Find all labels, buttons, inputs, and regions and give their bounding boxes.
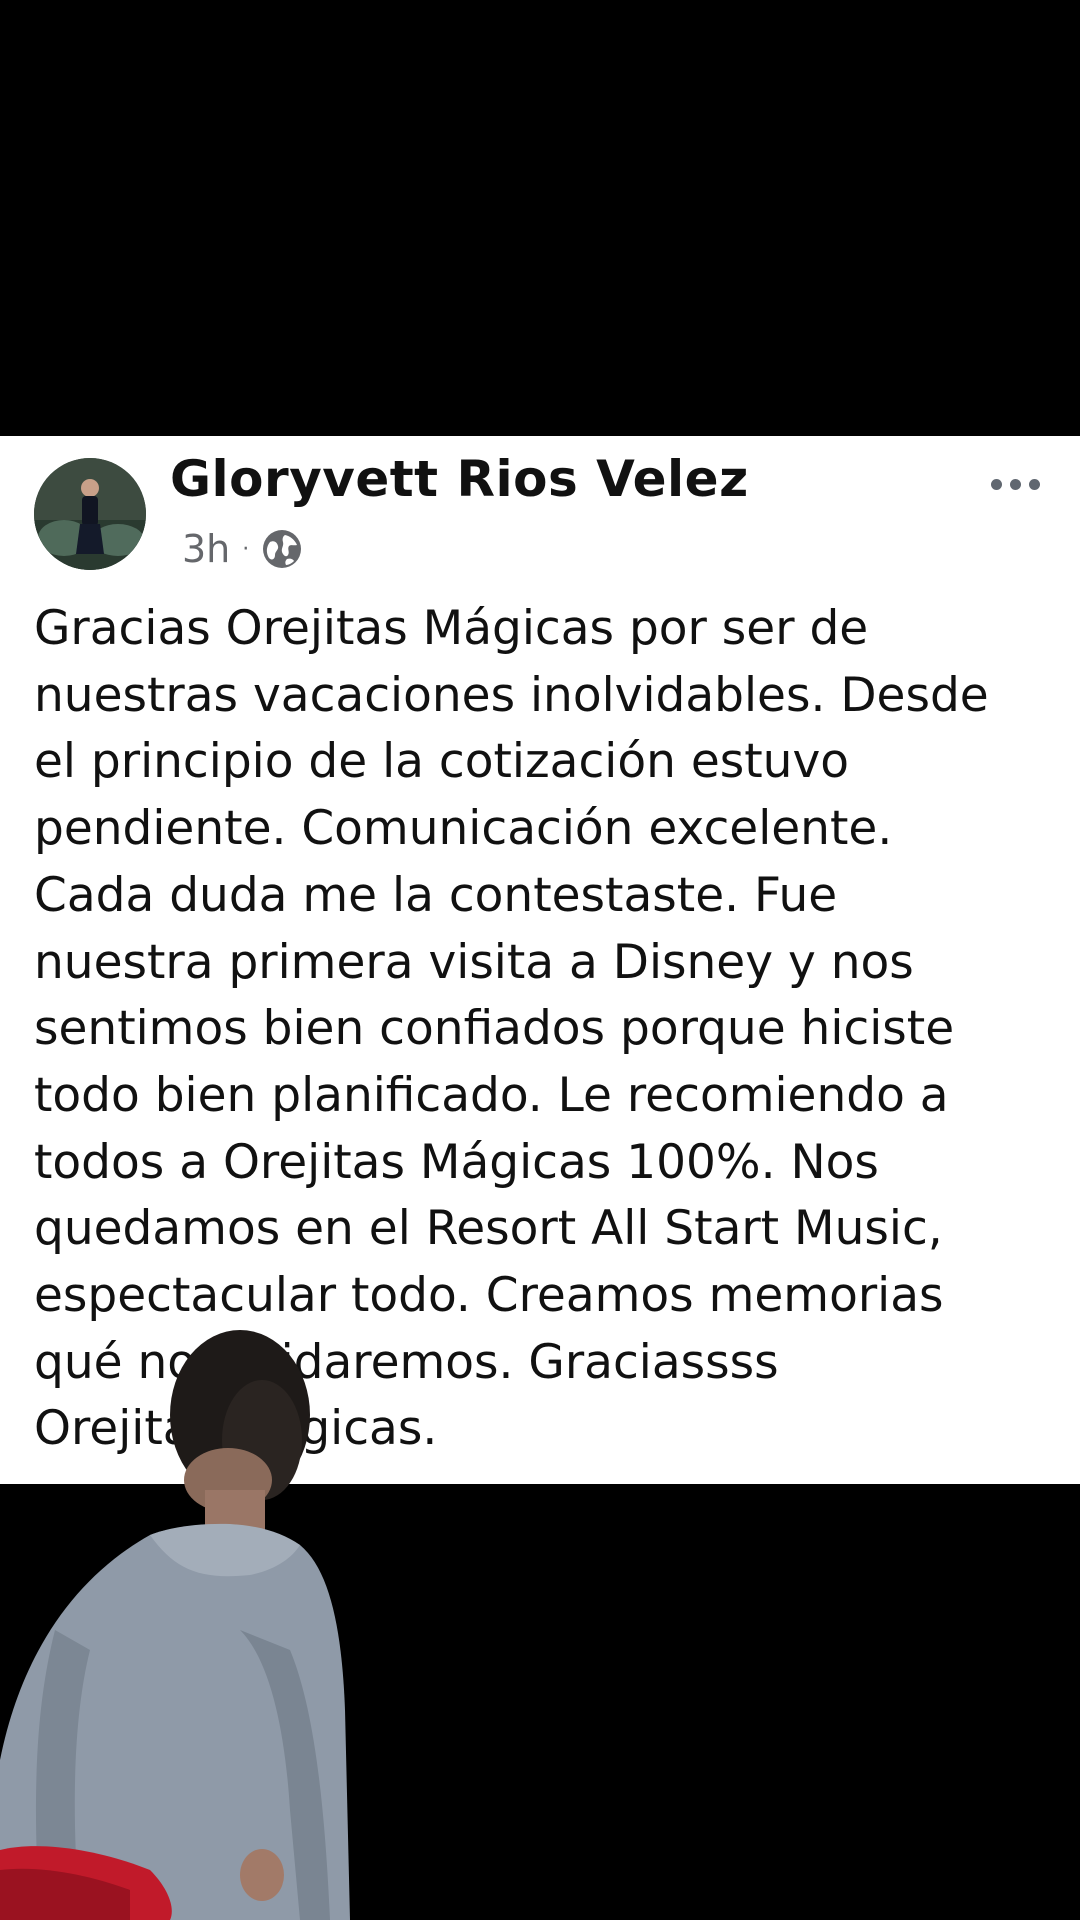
more-options-icon[interactable] bbox=[980, 464, 1050, 504]
post-meta: 3h · bbox=[182, 524, 303, 574]
author-avatar[interactable] bbox=[34, 458, 146, 570]
more-dot bbox=[990, 478, 1002, 490]
facebook-post-card: Gloryvett Rios Velez 3h · Gracias Orejit… bbox=[0, 436, 1080, 1484]
presenter-overlay-image bbox=[0, 1330, 350, 1920]
more-dot bbox=[1009, 478, 1021, 490]
post-timestamp[interactable]: 3h bbox=[182, 527, 230, 571]
more-dot bbox=[1028, 478, 1040, 490]
globe-icon bbox=[263, 530, 302, 568]
author-name[interactable]: Gloryvett Rios Velez bbox=[170, 450, 749, 508]
meta-separator: · bbox=[242, 536, 250, 562]
avatar-photo bbox=[34, 458, 146, 570]
top-black-area bbox=[0, 0, 1080, 436]
